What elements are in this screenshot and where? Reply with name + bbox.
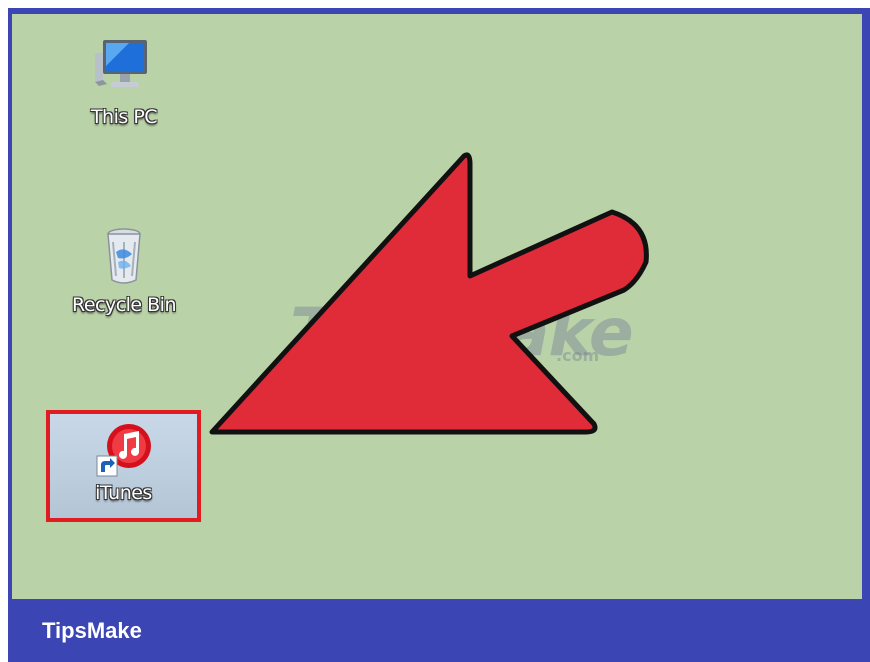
watermark-text: TipsMake (290, 294, 634, 371)
footer-bar: TipsMake (8, 600, 870, 662)
recycle-bin-icon (107, 228, 141, 284)
desktop-icon-this-pc[interactable]: This PC (54, 36, 194, 128)
itunes-label: iTunes (95, 482, 152, 504)
footer-brand: TipsMake (42, 618, 142, 643)
desktop[interactable]: This PC Recycle Bin iTunes TipsMake .com (12, 14, 862, 599)
red-arrow-shape (209, 152, 649, 435)
this-pc-icon (95, 40, 147, 87)
this-pc-label: This PC (90, 106, 158, 128)
desktop-icon-itunes[interactable]: iTunes (46, 410, 201, 522)
watermark-suffix: .com (556, 346, 600, 365)
desktop-icon-recycle-bin[interactable]: Recycle Bin (54, 224, 194, 316)
itunes-icon (96, 424, 151, 477)
recycle-bin-label: Recycle Bin (71, 294, 177, 316)
